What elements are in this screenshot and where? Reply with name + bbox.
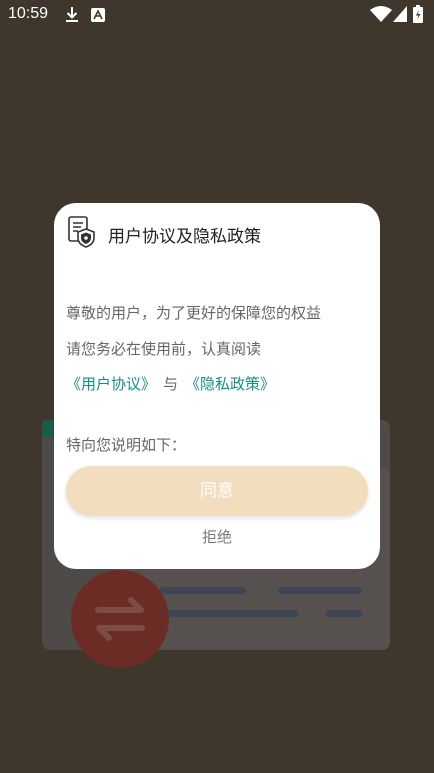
status-time: 10:59 [8,5,49,22]
dialog-body-line1: 尊敬的用户，为了更好的保障您的权益 [66,304,322,322]
privacy-policy-link[interactable]: 《隐私政策》 [185,375,275,393]
dialog-body-line2: 请您务必在使用前，认真阅读 [66,340,262,358]
battery-icon [413,5,423,23]
dialog-intro-text: 特向您说明如下： [66,436,187,454]
document-shield-icon [68,216,95,248]
background-line [160,610,298,617]
download-icon [66,7,78,22]
accessibility-icon [91,8,105,22]
user-agreement-link[interactable]: 《用户协议》 [66,375,156,393]
dialog-links-row: 《用户协议》与《隐私政策》 [66,373,275,394]
status-bar: 10:59 [0,0,434,30]
background-line [278,587,362,594]
background-transfer-circle [71,570,169,668]
reject-button[interactable]: 拒绝 [54,526,380,547]
privacy-dialog: 用户协议及隐私政策 尊敬的用户，为了更好的保障您的权益 请您务必在使用前，认真阅… [54,203,380,569]
background-line [326,610,362,617]
background-line [160,587,246,594]
signal-icon [393,6,407,22]
and-text: 与 [163,375,179,393]
transfer-arrows-icon [95,597,145,641]
dialog-title: 用户协议及隐私政策 [108,227,261,247]
agree-button[interactable]: 同意 [66,466,368,516]
wifi-icon [370,6,392,22]
